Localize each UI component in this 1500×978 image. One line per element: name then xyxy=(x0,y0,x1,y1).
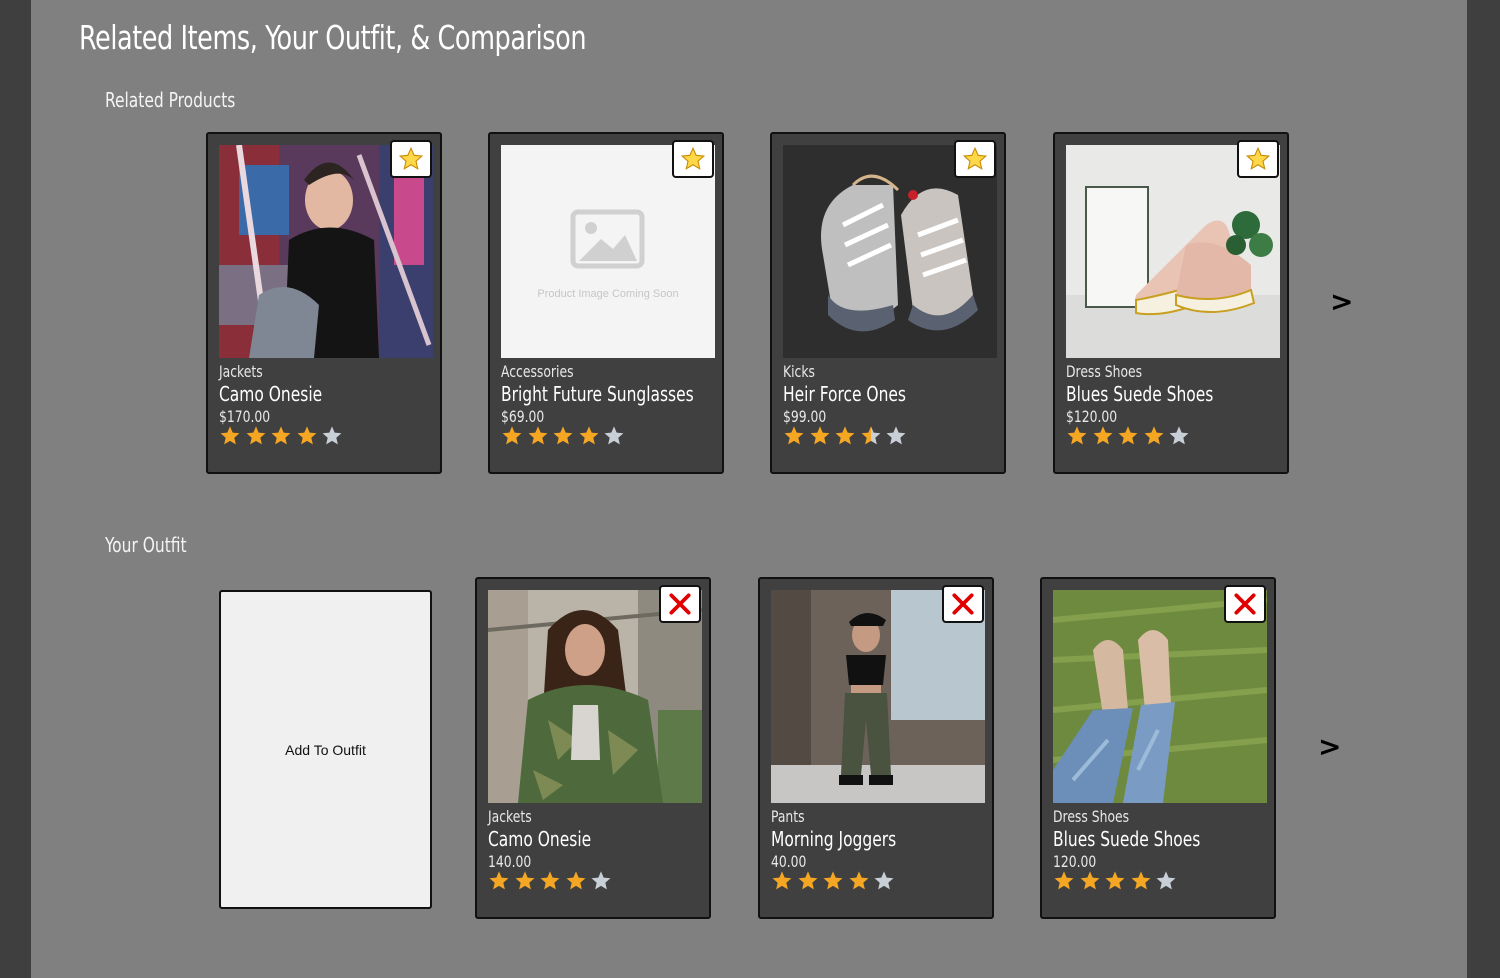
star-icon xyxy=(489,871,509,890)
product-price: 120.00 xyxy=(1053,852,1097,871)
star-icon xyxy=(579,426,599,445)
add-to-outfit-button[interactable]: Add To Outfit xyxy=(219,590,432,909)
favorite-button[interactable] xyxy=(954,140,996,178)
product-category: Jackets xyxy=(219,362,263,381)
outfit-card[interactable]: Pants Morning Joggers 40.00 xyxy=(758,577,994,919)
star-icon xyxy=(1118,426,1138,445)
star-icon xyxy=(322,426,342,445)
product-price: 140.00 xyxy=(488,852,532,871)
product-category: Accessories xyxy=(501,362,574,381)
product-price: 40.00 xyxy=(771,852,807,871)
product-name: Camo Onesie xyxy=(219,382,323,406)
product-category: Pants xyxy=(771,807,805,826)
close-x-icon xyxy=(1234,593,1256,615)
product-price: $120.00 xyxy=(1066,407,1118,426)
star-icon xyxy=(784,426,804,445)
related-products-heading: Related Products xyxy=(105,88,236,112)
star-rating xyxy=(1066,425,1194,447)
star-icon xyxy=(246,426,266,445)
star-rating xyxy=(771,870,899,892)
favorite-button[interactable] xyxy=(390,140,432,178)
remove-button[interactable] xyxy=(942,585,984,623)
star-icon xyxy=(962,146,988,170)
star-icon xyxy=(874,871,894,890)
related-product-card[interactable]: Kicks Heir Force Ones $99.00 xyxy=(770,132,1006,474)
product-price: $69.00 xyxy=(501,407,545,426)
star-icon xyxy=(1131,871,1151,890)
favorite-button[interactable] xyxy=(672,140,714,178)
star-icon xyxy=(1156,871,1176,890)
star-rating xyxy=(488,870,616,892)
outfit-card[interactable]: Jackets Camo Onesie 140.00 xyxy=(475,577,711,919)
product-name: Heir Force Ones xyxy=(783,382,906,406)
star-icon xyxy=(1144,426,1164,445)
star-icon xyxy=(823,871,843,890)
related-next-arrow[interactable]: > xyxy=(1330,285,1353,318)
your-outfit-heading: Your Outfit xyxy=(105,533,187,557)
product-price: $170.00 xyxy=(219,407,271,426)
star-icon xyxy=(1067,426,1087,445)
product-category: Jackets xyxy=(488,807,532,826)
page-title: Related Items, Your Outfit, & Comparison xyxy=(79,18,587,57)
main-panel: Related Items, Your Outfit, & Comparison… xyxy=(31,0,1467,978)
placeholder-text: Product Image Coming Soon xyxy=(537,288,679,300)
star-icon xyxy=(772,871,792,890)
related-product-card[interactable]: Jackets Camo Onesie $170.00 xyxy=(206,132,442,474)
star-icon xyxy=(835,426,855,445)
star-icon xyxy=(1093,426,1113,445)
star-icon xyxy=(271,426,291,445)
star-rating xyxy=(501,425,629,447)
star-icon xyxy=(515,871,535,890)
star-icon xyxy=(553,426,573,445)
star-icon xyxy=(1105,871,1125,890)
star-icon xyxy=(861,426,881,445)
star-icon xyxy=(1080,871,1100,890)
outfit-card[interactable]: Dress Shoes Blues Suede Shoes 120.00 xyxy=(1040,577,1276,919)
related-product-card[interactable]: Dress Shoes Blues Suede Shoes $120.00 xyxy=(1053,132,1289,474)
star-icon xyxy=(680,146,706,170)
star-icon xyxy=(566,871,586,890)
product-category: Dress Shoes xyxy=(1053,807,1130,826)
star-icon xyxy=(528,426,548,445)
product-category: Dress Shoes xyxy=(1066,362,1143,381)
outfit-next-arrow[interactable]: > xyxy=(1318,730,1341,763)
star-icon xyxy=(604,426,624,445)
product-name: Bright Future Sunglasses xyxy=(501,382,694,406)
remove-button[interactable] xyxy=(1224,585,1266,623)
product-name: Blues Suede Shoes xyxy=(1066,382,1214,406)
product-name: Blues Suede Shoes xyxy=(1053,827,1201,851)
add-to-outfit-label: Add To Outfit xyxy=(285,741,366,758)
star-rating xyxy=(783,425,911,447)
related-product-card[interactable]: Product Image Coming Soon Accessories Br… xyxy=(488,132,724,474)
star-icon xyxy=(886,426,906,445)
star-icon xyxy=(220,426,240,445)
product-category: Kicks xyxy=(783,362,815,381)
remove-button[interactable] xyxy=(659,585,701,623)
star-icon xyxy=(540,871,560,890)
product-name: Morning Joggers xyxy=(771,827,897,851)
close-x-icon xyxy=(952,593,974,615)
star-icon xyxy=(591,871,611,890)
star-icon xyxy=(1245,146,1271,170)
star-rating xyxy=(219,425,347,447)
close-x-icon xyxy=(669,593,691,615)
star-icon xyxy=(798,871,818,890)
star-icon xyxy=(297,426,317,445)
star-icon xyxy=(1054,871,1074,890)
star-icon xyxy=(502,426,522,445)
star-icon xyxy=(810,426,830,445)
star-icon xyxy=(1169,426,1189,445)
product-name: Camo Onesie xyxy=(488,827,592,851)
star-icon xyxy=(398,146,424,170)
product-price: $99.00 xyxy=(783,407,827,426)
star-icon xyxy=(849,871,869,890)
star-rating xyxy=(1053,870,1181,892)
favorite-button[interactable] xyxy=(1237,140,1279,178)
